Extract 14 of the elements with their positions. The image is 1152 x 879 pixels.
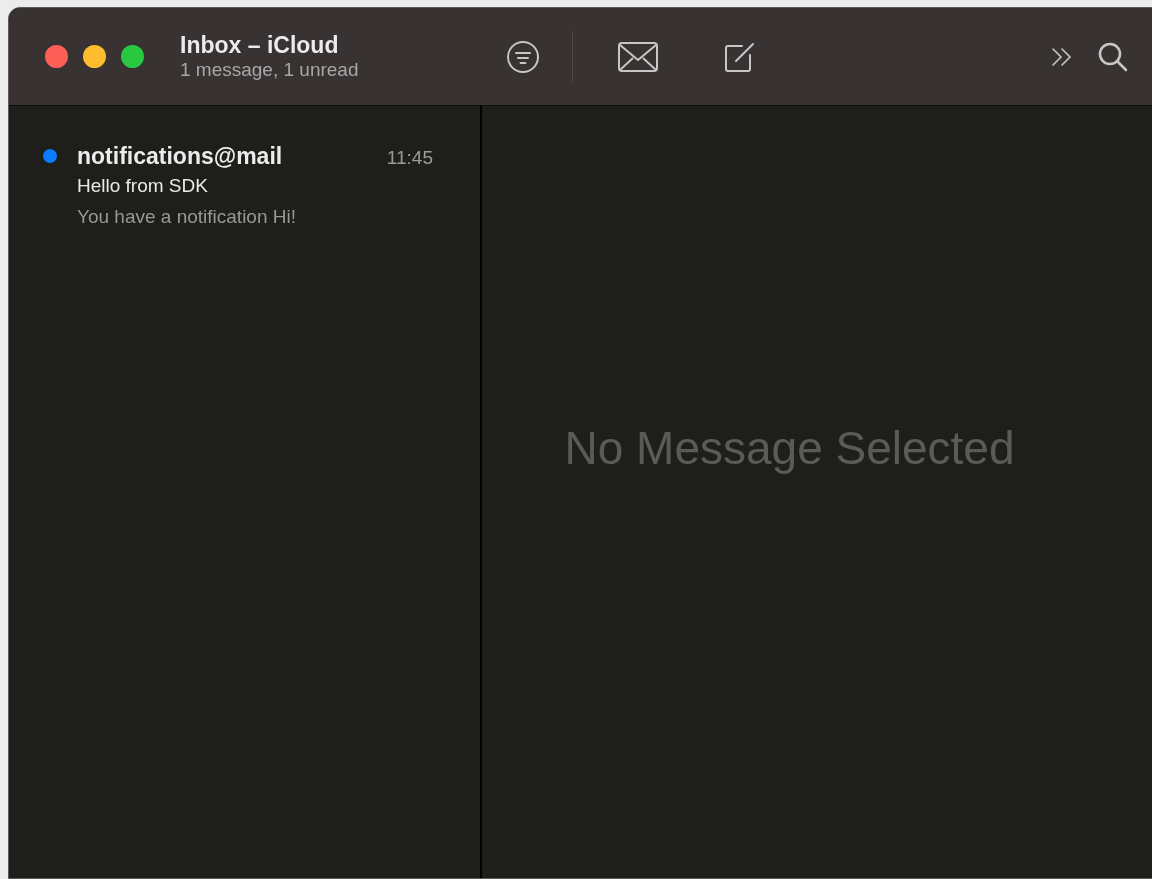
message-sender: notifications@mail	[77, 142, 283, 170]
message-time: 11:45	[386, 147, 433, 169]
window-subtitle: 1 message, 1 unread	[180, 57, 360, 82]
compose-icon[interactable]	[724, 40, 756, 73]
window-title: Inbox – iCloud	[180, 31, 340, 58]
search-icon[interactable]	[1097, 40, 1129, 73]
minimize-button[interactable]	[83, 45, 106, 68]
message-preview: You have a notification Hi!	[77, 205, 297, 229]
filter-icon[interactable]	[506, 39, 540, 74]
envelope-icon[interactable]	[618, 41, 658, 72]
close-button[interactable]	[45, 45, 68, 68]
empty-state-text: No Message Selected	[564, 421, 1015, 476]
zoom-button[interactable]	[121, 45, 144, 68]
message-subject: Hello from SDK	[77, 174, 209, 198]
